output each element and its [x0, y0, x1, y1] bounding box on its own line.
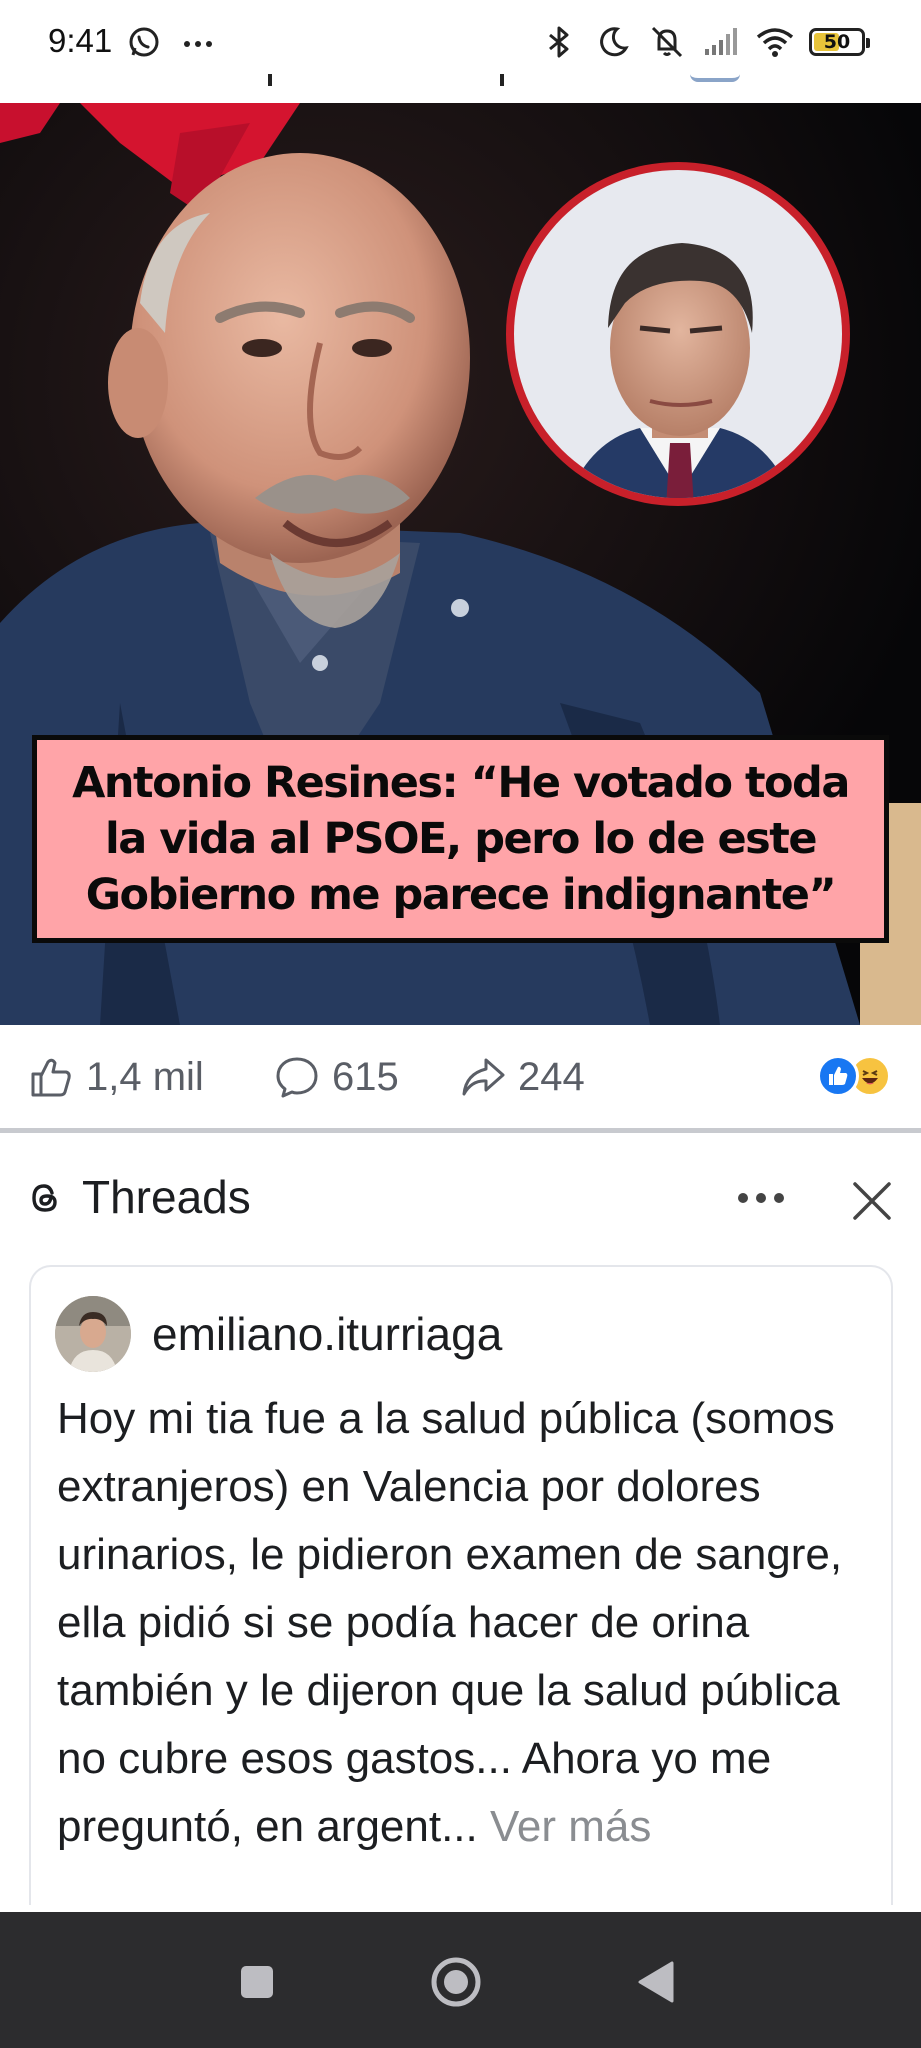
threads-title: Threads: [82, 1171, 251, 1223]
back-button[interactable]: [626, 1952, 686, 2012]
system-nav-bar: [0, 1912, 921, 2048]
home-button[interactable]: [426, 1952, 486, 2012]
headline-line-3: Gobierno me parece indignante”: [85, 870, 837, 920]
headline-line-2: la vida al PSOE, pero lo de este: [104, 814, 818, 864]
headline-box: Antonio Resines: “He votado toda la vida…: [32, 735, 889, 943]
comments-count: 615: [332, 1054, 399, 1099]
reaction-summary[interactable]: [817, 1055, 891, 1097]
signal-icon: [705, 28, 737, 55]
dnd-moon-icon: [600, 27, 629, 57]
comment-icon: [276, 1057, 318, 1098]
comment-button[interactable]: 615: [274, 1051, 399, 1103]
see-more-link[interactable]: Ver más: [478, 1802, 651, 1851]
share-icon: [462, 1058, 505, 1096]
username[interactable]: emiliano.iturriaga: [152, 1307, 502, 1361]
share-button[interactable]: 244: [460, 1051, 585, 1103]
wifi-icon: [756, 28, 794, 57]
mute-icon: [651, 26, 683, 58]
like-button[interactable]: 1,4 mil: [28, 1051, 204, 1103]
post-text: Hoy mi tia fue a la salud pública (somos…: [57, 1385, 877, 1861]
post-image[interactable]: Antonio Resines: “He votado toda la vida…: [0, 103, 921, 1025]
like-reaction-icon: [817, 1055, 859, 1097]
thumbs-up-icon: [31, 1058, 71, 1097]
reactions-bar: 1,4 mil 615 244: [0, 1025, 921, 1130]
thread-post-card[interactable]: emiliano.iturriaga Hoy mi tia fue a la s…: [29, 1265, 893, 1905]
close-icon[interactable]: [850, 1179, 894, 1223]
recents-icon: [241, 1966, 273, 1998]
headline-line-1: Antonio Resines: “He votado toda: [72, 758, 850, 808]
previous-post-edge: [0, 74, 921, 100]
threads-header: Threads: [0, 1133, 921, 1263]
more-options-icon[interactable]: [738, 1193, 784, 1203]
more-notifications-icon: [184, 41, 212, 47]
threads-logo-icon: [32, 1184, 57, 1212]
recents-button[interactable]: [227, 1952, 287, 2012]
post-body: Hoy mi tia fue a la salud pública (somos…: [57, 1394, 843, 1851]
bluetooth-icon: [549, 26, 569, 58]
shares-count: 244: [518, 1054, 585, 1099]
battery-icon: 50: [809, 28, 870, 56]
home-icon: [431, 1957, 481, 2007]
back-icon: [638, 1961, 674, 2003]
whatsapp-icon: [129, 27, 159, 57]
avatar[interactable]: [55, 1296, 131, 1372]
status-time: 9:41: [48, 22, 113, 59]
likes-count: 1,4 mil: [86, 1054, 204, 1099]
battery-level: 50: [823, 31, 851, 53]
